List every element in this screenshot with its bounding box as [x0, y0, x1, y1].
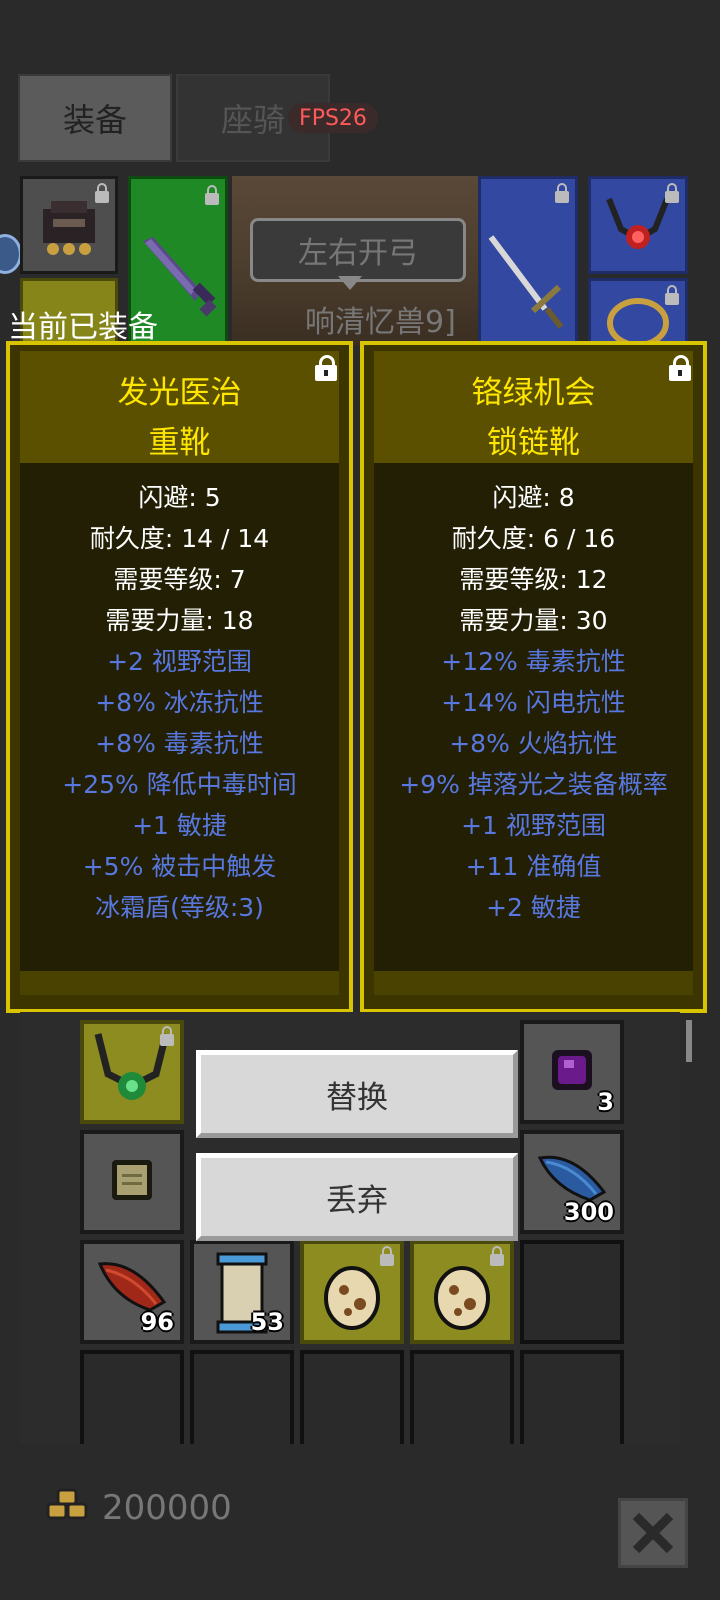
item-name: 发光医治 — [117, 375, 242, 411]
inventory-slot[interactable]: 3 — [520, 1020, 624, 1124]
inventory-slot[interactable]: 53 — [190, 1240, 294, 1344]
equip-slot-amulet[interactable] — [588, 176, 688, 274]
item-count: 300 — [563, 1198, 614, 1226]
equip-slot-ring[interactable] — [588, 278, 688, 346]
lock-icon — [380, 1246, 394, 1266]
discard-button[interactable]: 丢弃 — [196, 1153, 518, 1241]
speech-bubble-tail — [338, 276, 362, 290]
lock-icon — [555, 183, 569, 203]
item-card-selected: 铬绿机会 锁链靴 闪避: 8 耐久度: 6 / 16 需要等级: 12 需要力量… — [360, 341, 707, 1013]
stat-durability: 耐久度: 14 / 14 — [89, 524, 270, 553]
item-stats: 闪避: 5 耐久度: 14 / 14 需要等级: 7 需要力量: 18 +2 视… — [10, 477, 349, 928]
stat-required-strength: 需要力量: 30 — [459, 606, 608, 635]
replace-button-label: 替换 — [326, 1079, 388, 1116]
bonus-stat: +8% 毒素抗性 — [95, 729, 264, 758]
inventory-slot[interactable] — [300, 1350, 404, 1454]
stat-required-strength: 需要力量: 18 — [105, 606, 254, 635]
item-count: 53 — [250, 1308, 284, 1336]
bonus-stat: +11 准确值 — [465, 852, 602, 881]
inventory-slot[interactable] — [80, 1130, 184, 1234]
replace-button[interactable]: 替换 — [196, 1050, 518, 1138]
bonus-stat: +9% 掉落光之装备概率 — [399, 770, 668, 799]
item-type: 重靴 — [148, 425, 211, 461]
bonus-stat: 冰霜盾(等级:3) — [95, 893, 264, 922]
inventory-slot[interactable] — [520, 1240, 624, 1344]
stat-dodge: 闪避: 8 — [492, 483, 575, 512]
inventory-slot[interactable] — [80, 1350, 184, 1454]
inventory-scrollbar[interactable] — [686, 1020, 692, 1062]
inventory-slot[interactable] — [80, 1020, 184, 1124]
bonus-stat: +14% 闪电抗性 — [441, 688, 626, 717]
inventory-slot[interactable] — [190, 1350, 294, 1454]
item-count: 96 — [140, 1308, 174, 1336]
lock-icon — [665, 183, 679, 203]
stat-required-level: 需要等级: 12 — [459, 565, 608, 594]
lock-icon — [490, 1246, 504, 1266]
speech-bubble: 左右开弓 — [250, 218, 466, 282]
stat-dodge: 闪避: 5 — [138, 483, 221, 512]
fps-counter: FPS26 — [288, 103, 378, 133]
lock-icon — [205, 185, 219, 205]
equipped-label: 当前已装备 — [8, 310, 158, 345]
bonus-stat: +25% 降低中毒时间 — [62, 770, 297, 799]
lock-icon[interactable] — [315, 355, 337, 381]
inventory-slot[interactable] — [410, 1350, 514, 1454]
tab-equipment-label: 装备 — [62, 101, 127, 139]
gold-coins-icon — [46, 1488, 88, 1520]
bonus-stat: +1 敏捷 — [132, 811, 227, 840]
card-footer — [374, 971, 693, 995]
bonus-stat: +8% 冰冻抗性 — [95, 688, 264, 717]
lock-icon — [665, 285, 679, 305]
inventory-slot[interactable] — [300, 1240, 404, 1344]
item-count: 3 — [597, 1088, 614, 1116]
inventory-slot[interactable]: 300 — [520, 1130, 624, 1234]
bonus-stat: +12% 毒素抗性 — [441, 647, 626, 676]
gold-amount: 200000 — [102, 1488, 232, 1528]
npc-name: 响清忆兽9] — [305, 305, 456, 340]
inventory-slot[interactable]: 96 — [80, 1240, 184, 1344]
bonus-stat: +2 敏捷 — [486, 893, 581, 922]
tablet-icon — [112, 1160, 152, 1200]
inventory-slot[interactable] — [520, 1350, 624, 1454]
bonus-stat: +8% 火焰抗性 — [449, 729, 618, 758]
tab-equipment[interactable]: 装备 — [18, 74, 172, 162]
close-button[interactable] — [618, 1498, 688, 1568]
item-stats: 闪避: 8 耐久度: 6 / 16 需要等级: 12 需要力量: 30 +12%… — [364, 477, 703, 928]
equip-slot-offhand[interactable] — [478, 176, 578, 346]
tab-mount-label: 座骑 — [220, 101, 285, 139]
card-footer — [20, 971, 339, 995]
bonus-stat: +2 视野范围 — [107, 647, 252, 676]
inventory-slot[interactable] — [410, 1240, 514, 1344]
lock-icon — [160, 1026, 174, 1046]
stat-required-level: 需要等级: 7 — [113, 565, 246, 594]
item-card-current: 发光医治 重靴 闪避: 5 耐久度: 14 / 14 需要等级: 7 需要力量:… — [6, 341, 353, 1013]
bonus-stat: +1 视野范围 — [461, 811, 606, 840]
equip-slot-helmet[interactable] — [20, 176, 118, 274]
bonus-stat: +5% 被击中触发 — [82, 852, 277, 881]
stat-durability: 耐久度: 6 / 16 — [451, 524, 616, 553]
item-name: 铬绿机会 — [471, 375, 596, 411]
sword-icon — [488, 235, 564, 329]
close-icon — [632, 1512, 674, 1554]
discard-button-label: 丢弃 — [326, 1182, 388, 1219]
item-type: 锁链靴 — [487, 425, 580, 461]
lock-icon — [95, 183, 109, 203]
lock-icon[interactable] — [669, 355, 691, 381]
level-badge — [0, 234, 22, 274]
